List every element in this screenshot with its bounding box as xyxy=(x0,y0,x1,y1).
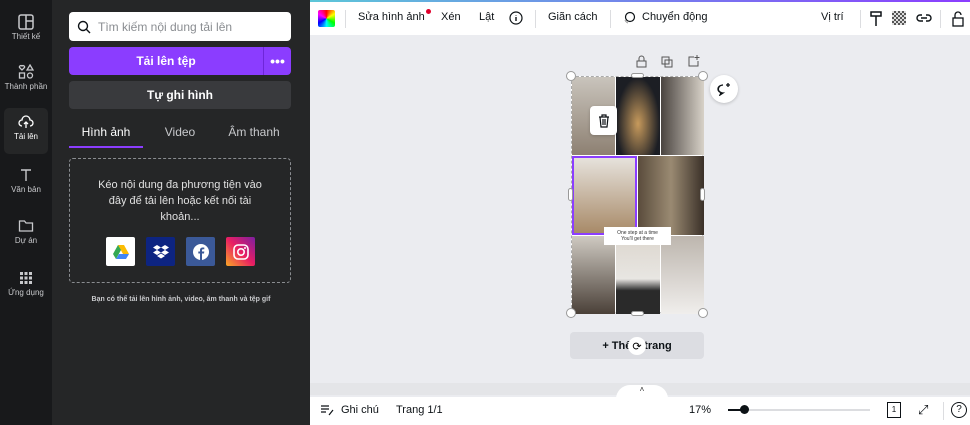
color-picker-button[interactable] xyxy=(318,10,335,27)
transparency-button[interactable] xyxy=(892,11,906,25)
photo-kitten[interactable] xyxy=(616,236,660,314)
drop-zone-text: Kéo nội dung đa phương tiện vào đây để t… xyxy=(98,179,262,223)
notification-dot xyxy=(425,9,431,14)
help-button[interactable]: ? xyxy=(951,402,967,418)
text-box[interactable]: One step at a time You'll get there xyxy=(604,227,671,245)
drop-zone[interactable]: Kéo nội dung đa phương tiện vào đây để t… xyxy=(69,158,291,283)
dropbox-icon xyxy=(152,244,169,258)
photo-yoga-selected[interactable] xyxy=(572,156,637,235)
paint-roller-icon xyxy=(870,11,882,26)
photo-window-woman[interactable] xyxy=(661,77,704,155)
resize-handle-left[interactable] xyxy=(568,188,573,201)
fullscreen-button[interactable]: ⤢ xyxy=(918,402,928,418)
notes-icon xyxy=(321,405,334,416)
resize-handle-bottom[interactable] xyxy=(631,311,644,316)
zoom-level[interactable]: 17% xyxy=(689,404,711,416)
lock-page-icon[interactable] xyxy=(636,55,647,68)
spacing-button[interactable]: Giãn cách xyxy=(548,11,598,23)
rail-item-design[interactable]: Thiết kế xyxy=(4,8,48,54)
help-icon: ? xyxy=(956,404,962,415)
bottom-bar: Ghi chú Trang 1/1 17% 1 ⤢ ? xyxy=(310,397,970,425)
photo-columns[interactable] xyxy=(638,156,704,235)
rail-item-uploads[interactable]: Tải lên xyxy=(4,108,48,154)
google-drive-button[interactable] xyxy=(106,237,135,266)
lock-button[interactable] xyxy=(952,11,964,30)
uploads-panel: Tìm kiếm nội dung tải lên Tải lên tệp •••… xyxy=(52,0,310,425)
expand-icon: ⤢ xyxy=(918,402,929,417)
add-page-icon[interactable] xyxy=(688,55,700,67)
page-indicator[interactable]: Trang 1/1 xyxy=(396,404,443,416)
search-icon xyxy=(77,20,91,33)
media-tabs: Hình ảnh Video Âm thanh xyxy=(69,118,291,148)
edit-image-button[interactable]: Sửa hình ảnh xyxy=(358,9,431,23)
crop-button[interactable]: Xén xyxy=(441,11,461,23)
rail-item-apps[interactable]: Ứng dụng xyxy=(4,264,48,310)
link-icon xyxy=(916,14,932,22)
zoom-slider-thumb[interactable] xyxy=(740,405,750,414)
position-button[interactable]: Vị trí xyxy=(821,11,844,23)
design-page[interactable]: One step at a time You'll get there xyxy=(571,76,704,314)
upload-note: Bạn có thể tải lên hình ảnh, video, âm t… xyxy=(91,296,271,303)
tab-images[interactable]: Hình ảnh xyxy=(69,118,143,148)
layout-icon xyxy=(18,14,34,30)
search-input[interactable]: Tìm kiếm nội dung tải lên xyxy=(69,12,291,41)
lock-icon xyxy=(952,11,964,27)
rail-item-projects[interactable]: Dự án xyxy=(4,212,48,258)
tab-audio[interactable]: Âm thanh xyxy=(217,118,291,148)
instagram-button[interactable] xyxy=(226,237,255,266)
folder-icon xyxy=(18,220,34,232)
copy-style-button[interactable] xyxy=(870,11,882,30)
resize-handle-bl[interactable] xyxy=(566,308,576,318)
apps-grid-icon xyxy=(20,272,32,284)
upload-files-button[interactable]: Tải lên tệp ••• xyxy=(69,47,291,75)
photo-laptop[interactable] xyxy=(572,236,615,314)
rail-item-elements[interactable]: Thành phần xyxy=(4,58,48,104)
info-button[interactable] xyxy=(509,11,523,28)
record-yourself-button[interactable]: Tự ghi hình xyxy=(69,81,291,109)
duplicate-page-icon[interactable] xyxy=(661,56,673,68)
animate-button[interactable]: Chuyển động xyxy=(622,11,707,25)
trash-icon xyxy=(598,113,609,128)
comment-add-icon xyxy=(717,83,730,96)
page-grid-button[interactable]: 1 xyxy=(887,402,901,418)
photo-bride[interactable] xyxy=(661,236,704,314)
cloud-upload-icon xyxy=(18,115,34,128)
rail-item-text[interactable]: Văn bản xyxy=(4,161,48,207)
resize-handle-br[interactable] xyxy=(698,308,708,318)
notes-button[interactable]: Ghi chú xyxy=(320,404,379,416)
facebook-button[interactable] xyxy=(186,237,215,266)
add-comment-button[interactable] xyxy=(710,75,738,103)
info-icon xyxy=(509,11,523,25)
text-icon xyxy=(21,169,31,181)
context-toolbar: Sửa hình ảnh Xén Lật Giãn cách Chuyển độ… xyxy=(310,0,970,35)
instagram-icon xyxy=(232,243,249,260)
photo-eiffel-tower[interactable] xyxy=(616,77,660,155)
zoom-slider[interactable] xyxy=(728,405,870,414)
chevron-up-icon: ˄ xyxy=(639,385,645,394)
flip-button[interactable]: Lật xyxy=(479,11,494,23)
elements-icon xyxy=(18,64,34,79)
tab-video[interactable]: Video xyxy=(143,118,217,148)
resize-handle-right[interactable] xyxy=(700,188,705,201)
resize-handle-top[interactable] xyxy=(631,73,644,78)
left-rail: Thiết kế Thành phần Tải lên Văn bản Dự á… xyxy=(0,0,52,425)
google-drive-icon xyxy=(112,244,129,259)
rotate-icon: ⟳ xyxy=(632,340,642,353)
more-options-button[interactable]: ••• xyxy=(263,47,291,75)
animate-icon xyxy=(624,11,636,24)
facebook-icon xyxy=(192,243,209,260)
rotate-handle[interactable]: ⟳ xyxy=(628,337,646,355)
dropbox-button[interactable] xyxy=(146,237,175,266)
delete-button[interactable] xyxy=(590,106,617,135)
resize-handle-tl[interactable] xyxy=(566,71,576,81)
link-button[interactable] xyxy=(916,11,932,28)
resize-handle-tr[interactable] xyxy=(698,71,708,81)
